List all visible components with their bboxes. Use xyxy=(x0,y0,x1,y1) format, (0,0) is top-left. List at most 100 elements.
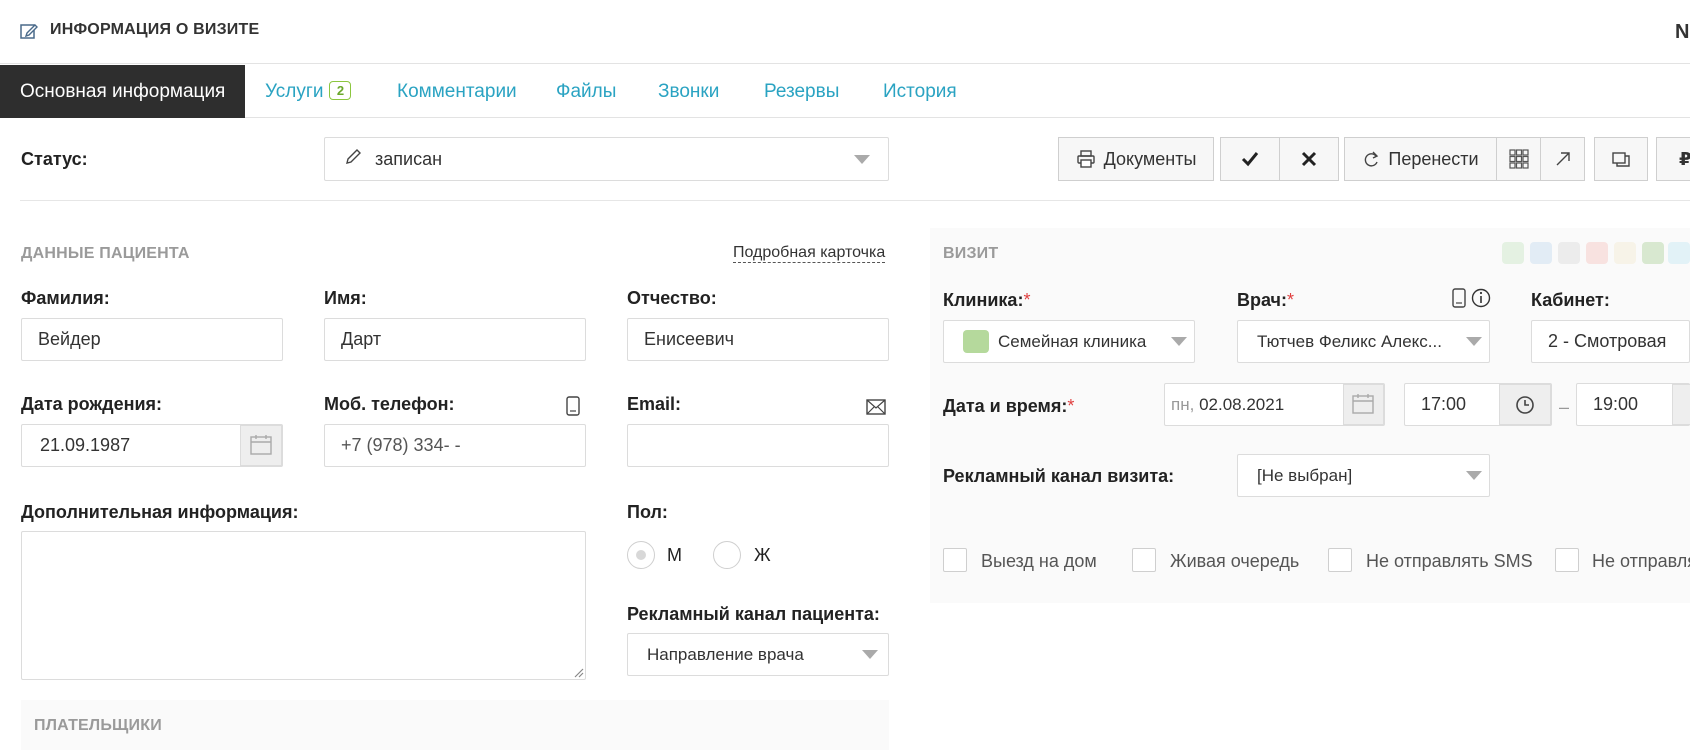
no-send-label: Не отправля xyxy=(1592,551,1690,571)
gender-radio-female[interactable] xyxy=(713,541,741,569)
clock-icon xyxy=(1515,395,1535,415)
color-tag[interactable] xyxy=(1642,242,1664,264)
pencil-icon xyxy=(344,148,362,166)
copy-button[interactable] xyxy=(1594,137,1648,181)
datetime-label: Дата и время:* xyxy=(943,396,1075,416)
color-tag[interactable] xyxy=(1502,242,1524,264)
chevron-down-icon xyxy=(862,650,878,659)
arrow-up-right-icon xyxy=(1554,150,1572,168)
more-toolbar-button[interactable]: ₽ xyxy=(1656,137,1690,181)
time-separator: – xyxy=(1559,397,1570,417)
doctor-label-text: Врач: xyxy=(1237,290,1288,310)
datetime-label-text: Дата и время: xyxy=(943,396,1068,416)
cabinet-label: Кабинет: xyxy=(1531,290,1610,310)
page-title: ИНФОРМАЦИЯ О ВИЗИТЕ xyxy=(50,21,260,38)
status-select[interactable]: записан xyxy=(324,137,889,181)
status-label: Статус: xyxy=(21,149,88,169)
tab-comments[interactable]: Комментарии xyxy=(397,65,517,118)
resize-handle-icon[interactable] xyxy=(572,666,584,678)
patient-section-title: ДАННЫЕ ПАЦИЕНТА xyxy=(21,245,190,262)
chevron-down-icon xyxy=(854,155,870,164)
time-from-value: 17:00 xyxy=(1421,394,1467,414)
middle-name-label: Отчество: xyxy=(627,288,717,308)
clinic-label-text: Клиника: xyxy=(943,290,1024,310)
tab-services[interactable]: Услуги 2 xyxy=(265,65,352,118)
patient-card-link[interactable]: Подробная карточка xyxy=(733,244,886,263)
calendar-icon xyxy=(1352,393,1374,415)
first-name-input[interactable]: Дарт xyxy=(324,318,586,361)
mobile-phone-icon xyxy=(1452,288,1466,308)
cancel-button[interactable] xyxy=(1279,137,1339,181)
services-count-badge: 2 xyxy=(329,81,352,100)
color-tag[interactable] xyxy=(1586,242,1608,264)
tab-label: Резервы xyxy=(764,81,840,102)
patient-ad-channel-select[interactable]: Направление врача xyxy=(627,633,889,676)
documents-label: Документы xyxy=(1103,148,1197,169)
grid-button[interactable] xyxy=(1496,137,1541,181)
copy-icon xyxy=(1611,149,1631,169)
home-visit-label: Выезд на дом xyxy=(981,551,1097,571)
header-right-text: N xyxy=(1675,21,1690,43)
gender-label: Пол: xyxy=(627,502,668,522)
ruble-icon: ₽ xyxy=(1679,148,1690,169)
visit-ad-channel-select[interactable]: [Не выбран] xyxy=(1237,454,1490,497)
calendar-icon xyxy=(250,434,272,456)
mobile-phone-icon xyxy=(566,396,580,416)
color-tag[interactable] xyxy=(1668,242,1690,264)
visit-section-title: ВИЗИТ xyxy=(943,245,999,262)
gender-radio-male[interactable] xyxy=(627,541,655,569)
divider xyxy=(20,200,1690,201)
clinic-label: Клиника:* xyxy=(943,290,1031,310)
visit-ad-channel-label: Рекламный канал визита: xyxy=(943,466,1175,486)
doctor-select[interactable]: Тютчев Феликс Алекс... xyxy=(1237,320,1490,363)
clock-addon[interactable] xyxy=(1672,384,1690,425)
tab-files[interactable]: Файлы xyxy=(556,65,616,118)
tab-reserves[interactable]: Резервы xyxy=(764,65,839,118)
time-to-value: 19:00 xyxy=(1593,394,1639,414)
edit-icon xyxy=(20,22,38,40)
first-name-label: Имя: xyxy=(324,288,367,308)
email-input[interactable] xyxy=(627,424,889,467)
phone-input[interactable]: +7 (978) 334- - xyxy=(324,424,586,467)
color-tag[interactable] xyxy=(1558,242,1580,264)
envelope-icon xyxy=(866,399,886,415)
tab-label: Звонки xyxy=(658,81,720,102)
chevron-down-icon xyxy=(1466,337,1482,346)
open-external-button[interactable] xyxy=(1540,137,1585,181)
tab-bar: Основная информация Услуги 2 Комментарии … xyxy=(0,65,1690,118)
status-value: записан xyxy=(375,149,443,169)
last-name-label: Фамилия: xyxy=(21,288,110,308)
cabinet-select[interactable]: 2 - Смотровая xyxy=(1531,320,1690,363)
documents-button[interactable]: Документы xyxy=(1058,137,1214,181)
tab-history[interactable]: История xyxy=(883,65,957,118)
birth-date-value: 21.09.1987 xyxy=(40,435,131,455)
color-tag[interactable] xyxy=(1530,242,1552,264)
last-name-input[interactable]: Вейдер xyxy=(21,318,283,361)
visit-date-value: 02.08.2021 xyxy=(1199,395,1285,414)
patient-ad-channel-label: Рекламный канал пациента: xyxy=(627,604,880,624)
tab-label: Основная информация xyxy=(20,81,226,102)
reschedule-button[interactable]: Перенести xyxy=(1344,137,1497,181)
checkbox-home-visit[interactable] xyxy=(943,548,967,572)
birth-date-label: Дата рождения: xyxy=(21,394,163,414)
tab-label: Услуги xyxy=(265,81,324,102)
live-queue-label: Живая очередь xyxy=(1170,551,1300,571)
tab-main-info[interactable]: Основная информация xyxy=(0,65,246,118)
email-label: Email: xyxy=(627,394,682,414)
grid-icon xyxy=(1508,149,1529,169)
doctor-label: Врач:* xyxy=(1237,290,1295,310)
middle-name-input[interactable]: Енисеевич xyxy=(627,318,889,361)
tab-calls[interactable]: Звонки xyxy=(658,65,719,118)
color-tag[interactable] xyxy=(1614,242,1636,264)
checkbox-no-sms[interactable] xyxy=(1328,548,1352,572)
tab-label: Файлы xyxy=(556,81,617,102)
chevron-down-icon xyxy=(1171,337,1187,346)
info-icon[interactable] xyxy=(1471,288,1491,308)
printer-icon xyxy=(1076,149,1096,169)
extra-info-label: Дополнительная информация: xyxy=(21,502,299,522)
confirm-button[interactable] xyxy=(1220,137,1280,181)
checkbox-live-queue[interactable] xyxy=(1132,548,1156,572)
phone-label: Моб. телефон: xyxy=(324,394,455,414)
extra-info-textarea[interactable] xyxy=(21,531,586,680)
checkbox-no-send[interactable] xyxy=(1555,548,1579,572)
